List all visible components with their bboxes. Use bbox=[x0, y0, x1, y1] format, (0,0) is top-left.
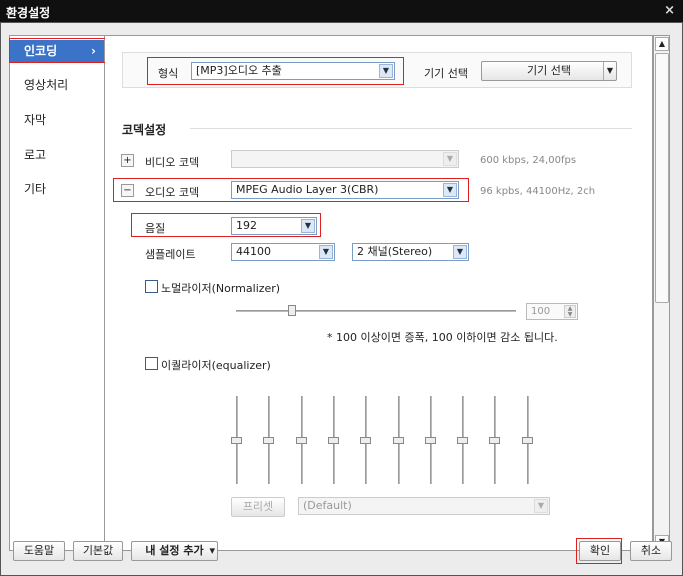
video-codec-info: 600 kbps, 24,00fps bbox=[480, 155, 577, 166]
chevron-down-icon: ▼ bbox=[379, 64, 393, 78]
samplerate-label: 샘플레이트 bbox=[145, 248, 196, 261]
normalizer-value: 100 bbox=[531, 306, 551, 317]
preset-button: 프리셋 bbox=[231, 497, 285, 517]
chevron-down-icon: ▼ bbox=[534, 499, 548, 513]
equalizer-band-thumb[interactable] bbox=[489, 437, 501, 444]
channel-value: 2 채널(Stereo) bbox=[357, 245, 433, 258]
chevron-down-icon: ▼ bbox=[301, 219, 315, 233]
equalizer-label: 이퀄라이저(equalizer) bbox=[161, 359, 271, 372]
window-title: 환경설정 bbox=[6, 6, 51, 20]
equalizer-band-thumb[interactable] bbox=[392, 437, 404, 444]
format-value: [MP3]오디오 추출 bbox=[196, 64, 282, 77]
preset-value: (Default) bbox=[303, 499, 352, 512]
format-select[interactable]: [MP3]오디오 추출 ▼ bbox=[191, 62, 395, 80]
chevron-down-icon: ▼ bbox=[603, 62, 616, 80]
video-codec-label: 비디오 코덱 bbox=[145, 156, 200, 169]
equalizer-band-thumb[interactable] bbox=[295, 437, 307, 444]
quality-value: 192 bbox=[236, 219, 257, 232]
equalizer-band-thumb[interactable] bbox=[457, 437, 469, 444]
samplerate-value: 44100 bbox=[236, 245, 271, 258]
preset-select: (Default) ▼ bbox=[298, 497, 550, 515]
ok-button[interactable]: 확인 bbox=[579, 541, 621, 561]
sidebar-item-label: 인코딩 bbox=[24, 44, 58, 58]
normalizer-note: * 100 이상이면 증폭, 100 이하이면 감소 됩니다. bbox=[327, 331, 558, 344]
cancel-button[interactable]: 취소 bbox=[630, 541, 672, 561]
spin-arrows-icon: ▲ ▼ bbox=[564, 305, 576, 318]
codec-settings-title: 코덱설정 bbox=[122, 123, 167, 137]
equalizer-band-thumb[interactable] bbox=[263, 437, 275, 444]
normalizer-slider-track[interactable] bbox=[236, 310, 516, 312]
sidebar-item-subtitle[interactable]: 자막 bbox=[10, 109, 104, 131]
normalizer-checkbox[interactable] bbox=[145, 280, 158, 293]
sidebar-item-logo[interactable]: 로고 bbox=[10, 144, 104, 166]
default-button[interactable]: 기본값 bbox=[73, 541, 123, 561]
quality-label: 음질 bbox=[145, 222, 166, 235]
divider bbox=[190, 128, 632, 129]
close-icon[interactable]: × bbox=[664, 3, 675, 18]
format-label: 형식 bbox=[158, 67, 179, 80]
audio-codec-value: MPEG Audio Layer 3(CBR) bbox=[236, 183, 379, 196]
quality-select[interactable]: 192 ▼ bbox=[231, 217, 317, 235]
chevron-down-icon: ▾ bbox=[209, 544, 215, 557]
chevron-down-icon: ▼ bbox=[319, 245, 333, 259]
channel-select[interactable]: 2 채널(Stereo) ▼ bbox=[352, 243, 469, 261]
add-setting-label: 내 설정 추가 bbox=[145, 544, 204, 557]
sidebar-item-encoding[interactable]: 인코딩 › bbox=[10, 40, 104, 62]
collapse-audio-toggle[interactable]: − bbox=[121, 184, 134, 197]
equalizer-band-thumb[interactable] bbox=[360, 437, 372, 444]
settings-panel: 형식 [MP3]오디오 추출 ▼ 기기 선택 기기 선택 ▼ 코덱설정 + 비디… bbox=[105, 35, 653, 551]
sidebar-item-video-processing[interactable]: 영상처리 bbox=[10, 74, 104, 96]
device-label: 기기 선택 bbox=[424, 67, 468, 80]
normalizer-slider-thumb[interactable] bbox=[288, 305, 296, 316]
audio-codec-label: 오디오 코덱 bbox=[145, 186, 200, 199]
device-select-button[interactable]: 기기 선택 ▼ bbox=[481, 61, 617, 81]
sidebar: 인코딩 › 영상처리 자막 로고 기타 bbox=[9, 35, 105, 551]
audio-codec-select[interactable]: MPEG Audio Layer 3(CBR) ▼ bbox=[231, 181, 459, 199]
expand-video-toggle[interactable]: + bbox=[121, 154, 134, 167]
equalizer-band-thumb[interactable] bbox=[231, 437, 242, 444]
device-button-label: 기기 선택 bbox=[527, 64, 571, 77]
normalizer-label: 노멀라이저(Normalizer) bbox=[161, 282, 281, 295]
equalizer-band-thumb[interactable] bbox=[327, 437, 339, 444]
title-bar: 환경설정 × bbox=[0, 0, 683, 22]
normalizer-value-input: 100 ▲ ▼ bbox=[526, 303, 578, 320]
sidebar-item-etc[interactable]: 기타 bbox=[10, 178, 104, 200]
vertical-scrollbar[interactable]: ▲ ▼ bbox=[653, 35, 670, 551]
chevron-down-icon: ▼ bbox=[443, 152, 457, 166]
equalizer-band-thumb[interactable] bbox=[521, 437, 533, 444]
dialog-frame: 인코딩 › 영상처리 자막 로고 기타 형식 [MP3]오디오 추출 ▼ 기기 … bbox=[0, 22, 683, 576]
help-button[interactable]: 도움말 bbox=[13, 541, 65, 561]
audio-codec-info: 96 kpbs, 44100Hz, 2ch bbox=[480, 186, 596, 197]
scroll-up-icon[interactable]: ▲ bbox=[655, 37, 669, 51]
chevron-right-icon: › bbox=[91, 44, 96, 58]
scroll-thumb[interactable] bbox=[655, 53, 669, 303]
equalizer-band-thumb[interactable] bbox=[424, 437, 436, 444]
chevron-down-icon: ▼ bbox=[443, 183, 457, 197]
chevron-down-icon: ▼ bbox=[453, 245, 467, 259]
add-my-setting-button[interactable]: 내 설정 추가 ▾ bbox=[131, 541, 218, 561]
equalizer-checkbox[interactable] bbox=[145, 357, 158, 370]
video-codec-select: ▼ bbox=[231, 150, 459, 168]
samplerate-select[interactable]: 44100 ▼ bbox=[231, 243, 335, 261]
